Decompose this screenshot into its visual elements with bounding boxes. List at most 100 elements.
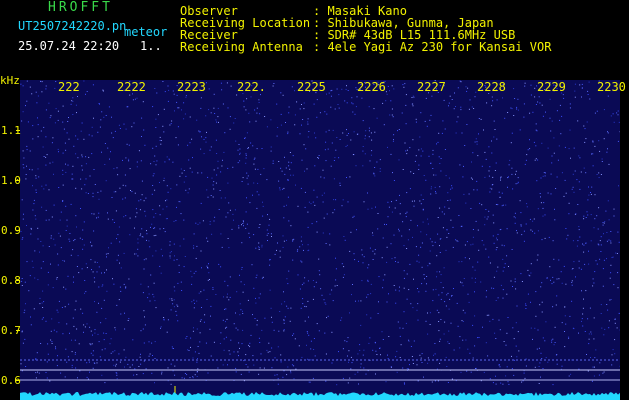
noise-dot (405, 104, 407, 106)
noise-dot (489, 191, 491, 193)
noise-dot (128, 158, 130, 160)
noise-dot (399, 213, 401, 215)
noise-dot (160, 272, 162, 274)
noise-dot (246, 223, 248, 225)
noise-dot (80, 130, 82, 132)
noise-dot (502, 204, 504, 206)
noise-dot (399, 335, 401, 337)
noise-dot (511, 108, 513, 110)
noise-dot (206, 265, 208, 267)
noise-dot (224, 132, 226, 134)
noise-dot (272, 162, 274, 164)
noise-dot (289, 152, 291, 153)
noise-dot (81, 122, 83, 124)
noise-dot (348, 361, 349, 363)
noise-dot (593, 282, 595, 284)
noise-dot (607, 200, 609, 202)
noise-dot (433, 174, 435, 176)
noise-dot (427, 362, 429, 364)
noise-dot (245, 154, 247, 156)
noise-dot (66, 361, 68, 363)
hrofft-window: HROFFT UT2507242220.pn meteor 25.07.24 2… (0, 0, 629, 400)
noise-dot (301, 261, 303, 263)
noise-dot (93, 169, 95, 170)
noise-dot (578, 155, 580, 157)
noise-dot (172, 161, 174, 163)
noise-dot (454, 92, 455, 94)
noise-dot (488, 170, 490, 172)
noise-dot (21, 238, 23, 240)
noise-dot (244, 138, 245, 139)
noise-dot (65, 163, 66, 165)
noise-dot (583, 215, 585, 217)
noise-dot (24, 338, 26, 340)
noise-dot (124, 312, 125, 314)
noise-dot (242, 177, 244, 179)
noise-dot (174, 290, 176, 292)
noise-dot (425, 97, 427, 99)
noise-dot (316, 99, 318, 101)
noise-dot (358, 383, 359, 385)
noise-dot (535, 145, 537, 147)
noise-dot (144, 316, 145, 318)
noise-dot (532, 111, 534, 113)
noise-dot (334, 108, 336, 110)
noise-dot (436, 143, 437, 145)
noise-dot (132, 99, 134, 101)
noise-dot (407, 368, 409, 370)
noise-dot (315, 281, 317, 283)
noise-dot (299, 246, 301, 248)
noise-dot (502, 297, 504, 299)
noise-dot (392, 141, 394, 142)
noise-dot (500, 179, 501, 181)
noise-dot (342, 348, 344, 350)
noise-dot (407, 239, 409, 241)
noise-dot (514, 359, 516, 361)
noise-dot (29, 275, 31, 277)
noise-dot (457, 240, 459, 242)
x-tick-label: 222 (58, 80, 80, 94)
noise-dot (197, 358, 198, 359)
noise-dot (256, 324, 258, 326)
noise-dot (41, 302, 43, 304)
noise-dot (445, 356, 447, 358)
noise-dot (213, 341, 215, 343)
noise-dot (70, 254, 72, 256)
noise-dot (84, 280, 86, 281)
noise-dot (142, 328, 144, 330)
noise-dot (36, 102, 38, 104)
noise-dot (37, 168, 39, 170)
noise-dot (208, 88, 210, 90)
noise-dot (390, 366, 392, 368)
noise-dot (280, 92, 282, 94)
noise-dot (99, 103, 100, 105)
noise-dot (364, 138, 366, 140)
noise-dot (418, 261, 420, 263)
noise-dot (590, 192, 591, 193)
noise-dot (489, 187, 491, 189)
noise-dot (122, 198, 124, 200)
noise-dot (21, 199, 23, 201)
noise-dot (424, 120, 426, 122)
noise-dot (369, 337, 371, 339)
noise-dot (526, 154, 528, 156)
noise-dot (35, 189, 37, 191)
noise-dot (422, 150, 424, 152)
noise-dot (290, 162, 292, 164)
noise-dot (283, 320, 285, 322)
noise-dot (150, 226, 151, 228)
noise-dot (568, 375, 570, 377)
noise-dot (278, 161, 280, 162)
noise-dot (542, 368, 544, 369)
noise-dot (304, 170, 305, 172)
noise-dot (224, 280, 226, 282)
noise-dot (127, 320, 129, 321)
noise-dot (396, 371, 398, 373)
noise-dot (209, 223, 211, 225)
noise-dot (210, 355, 212, 357)
noise-dot (434, 380, 436, 382)
noise-dot (243, 100, 245, 102)
noise-dot (368, 264, 370, 266)
noise-dot (251, 264, 253, 266)
noise-dot (55, 81, 57, 82)
